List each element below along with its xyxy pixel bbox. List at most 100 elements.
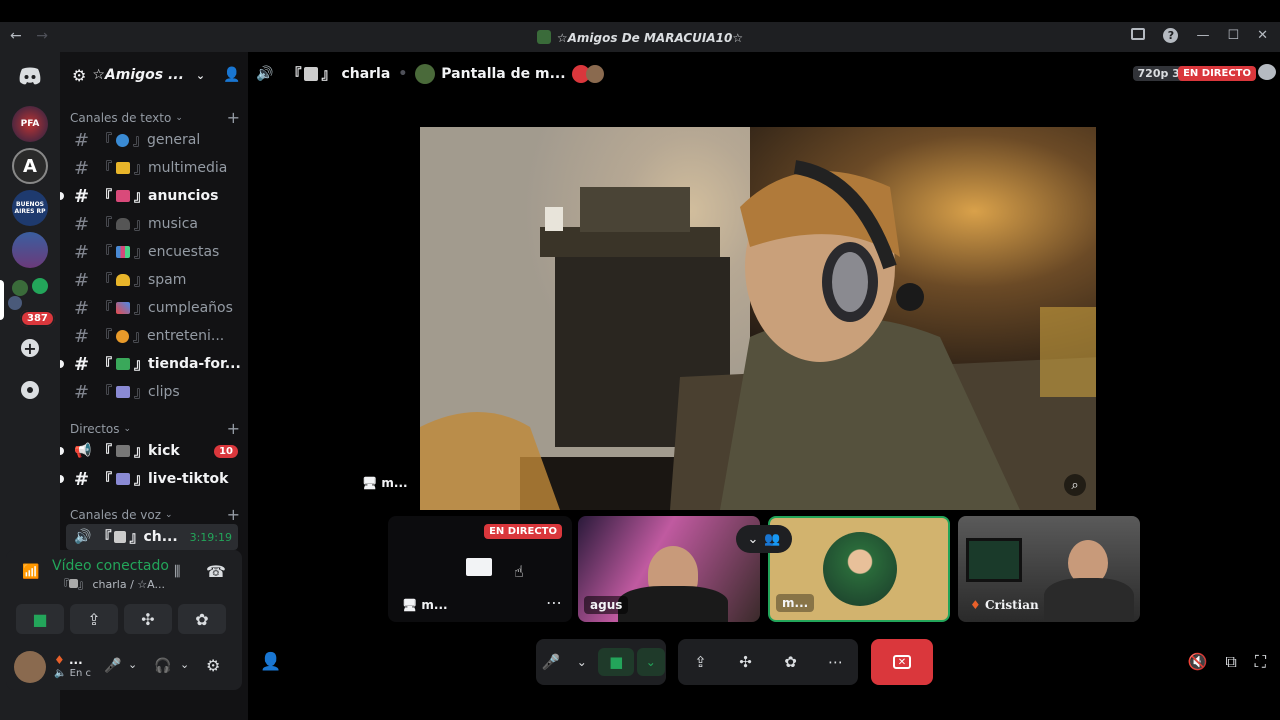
channel-label: live-tiktok [148,471,229,487]
channel-label: tienda-for... [148,356,241,372]
channel-label: cumpleaños [148,300,233,316]
voice-location-text: charla / ☆A... [92,578,165,591]
category-directos[interactable]: Directos ⌄ + [70,419,240,438]
help-icon[interactable]: ? [1163,28,1179,43]
settings-gear-icon[interactable]: ⚙ [206,656,220,675]
window-title-text: ☆Amigos De MARACUIA10☆ [556,31,744,45]
channel-multimedia[interactable]: # 『』 multimedia [66,155,242,181]
voice-channel-label: ch... [143,529,178,545]
noise-suppression-icon[interactable]: ⫼ [174,564,180,580]
channel-clips[interactable]: # 『』 clips [66,379,242,405]
user-name: ♦ ... [54,653,83,667]
minimize-button[interactable]: — [1196,28,1209,43]
activity-controls: ⇪ ✣ ✿ ⋯ [678,639,858,685]
home-discord-icon[interactable] [12,58,48,94]
headphones-icon[interactable]: 🎧 [154,658,171,674]
soundboard-button[interactable]: ✿ [178,604,226,634]
category-text-channels[interactable]: Canales de texto ⌄ + [70,108,240,127]
channel-musica[interactable]: # 『』 musica [66,211,242,237]
popout-icon[interactable]: ⧉ [1225,652,1236,672]
channel-kick[interactable]: 📢 『』 kick 10 [60,438,242,464]
screenshare-icon[interactable]: ⇪ [687,648,715,676]
channel-tienda[interactable]: # 『』 tienda-for... [60,351,242,377]
server-a[interactable]: A [12,148,48,184]
close-button[interactable]: ✕ [1257,28,1268,43]
participant-avatar [823,532,897,606]
more-icon[interactable]: ⋯ [822,648,850,676]
voice-status[interactable]: Vídeo conectado [52,558,169,574]
camera-toggle-button[interactable]: ■ [16,604,64,634]
channel-general[interactable]: # 『』 general [66,127,242,153]
mute-stream-icon[interactable]: 🔇 [1187,652,1207,672]
chat-icon[interactable] [1258,64,1276,80]
category-label: Directos [70,421,120,436]
channel-cumpleanos[interactable]: # 『』 cumpleaños [66,295,242,321]
category-voice[interactable]: Canales de voz ⌄ + [70,505,240,524]
chevron-down-icon[interactable]: ⌄ [568,648,596,676]
hash-icon: # [74,185,90,207]
add-channel-icon[interactable]: + [227,505,240,524]
flame-icon: ♦ [54,653,65,667]
hash-icon: # [74,157,90,179]
invite-icon[interactable]: 👤 [223,67,240,83]
screenshare-button[interactable]: ⇪ [70,604,118,634]
leave-call-button[interactable]: ✕ [871,639,933,685]
add-server-icon[interactable]: + [12,330,48,366]
channel-label: multimedia [148,160,228,176]
server-buenos-aires-rp[interactable]: BUENOS AIRES RP [12,190,48,226]
channel-label: entreteni... [147,328,225,344]
media-controls: 🎤 ⌄ ■ ⌄ [536,639,666,685]
participant-tile-speaking[interactable]: m... [768,516,950,622]
screen-icon [466,558,492,576]
channel-live-tiktok[interactable]: # 『』 live-tiktok [60,466,242,492]
kick-icon [116,445,130,457]
inbox-icon[interactable] [1131,28,1146,40]
voice-location[interactable]: 『』 charla / ☆A... [58,576,165,592]
game-icon [116,329,129,343]
announcement-icon: 📢 [74,443,92,459]
speaker-icon: 🔊 [256,66,274,82]
chevron-down-icon[interactable]: ⌄ [636,648,665,676]
discover-icon[interactable] [12,372,48,408]
main-video[interactable]: 🖥 m... ⌕ [420,127,1096,510]
soundboard-icon[interactable]: ✿ [777,648,805,676]
user-status: 🔈 En c [54,668,91,679]
channel-encuestas[interactable]: # 『』 encuestas [66,239,242,265]
channel-spam[interactable]: # 『』 spam [66,267,242,293]
chevron-down-icon[interactable]: ⌄ [128,658,137,671]
hash-icon: # [74,129,90,151]
unread-dot [60,360,64,368]
invite-to-call-icon[interactable]: 👤 [260,652,281,672]
add-channel-icon[interactable]: + [227,419,240,438]
activities-icon[interactable]: ✣ [732,648,760,676]
mic-icon[interactable]: 🎤 [537,648,565,676]
channel-anuncios[interactable]: # 『』 anuncios [60,183,242,209]
guild-header[interactable]: ⚙ ☆Amigos ... ⌄ 👤 [60,52,248,98]
camera-icon[interactable]: ■ [598,648,635,676]
headphones-icon [116,218,130,230]
channel-entretenimiento[interactable]: # 『』 entreteni... [66,323,242,349]
disconnect-icon[interactable]: ☎ [206,562,226,581]
server-avatar[interactable] [12,232,48,268]
add-channel-icon[interactable]: + [227,108,240,127]
fullscreen-icon[interactable]: ⛶ [1255,652,1266,672]
participant-tile[interactable]: EN DIRECTO ☝ 🖥 m... ⋯ [388,516,572,622]
more-icon[interactable]: ⋯ [546,593,562,612]
stage: 🔊 『』 charla • Pantalla de m... 720p 30FP… [248,52,1280,720]
server-pfa[interactable]: PFA [12,106,48,142]
hash-icon: # [74,241,90,263]
stream-title[interactable]: Pantalla de m... [441,66,565,82]
participant-tile[interactable]: agus [578,516,760,622]
participant-body [1044,578,1134,622]
zoom-icon[interactable]: ⌕ [1064,474,1086,496]
avatar[interactable] [14,651,46,683]
chevron-down-icon[interactable]: ⌄ [180,658,189,671]
video-frame-image [420,127,1096,510]
activities-button[interactable]: ✣ [124,604,172,634]
maximize-button[interactable]: ☐ [1227,28,1239,43]
participant-tile[interactable]: ♦ Cristian [958,516,1140,622]
mic-icon[interactable]: 🎤 [104,658,121,674]
megaphone-icon [116,190,130,202]
participants-toggle[interactable]: ⌄ 👥 [736,525,792,553]
voice-channel-charla[interactable]: 🔊 『』 ch... 3:19:19 [66,524,238,550]
